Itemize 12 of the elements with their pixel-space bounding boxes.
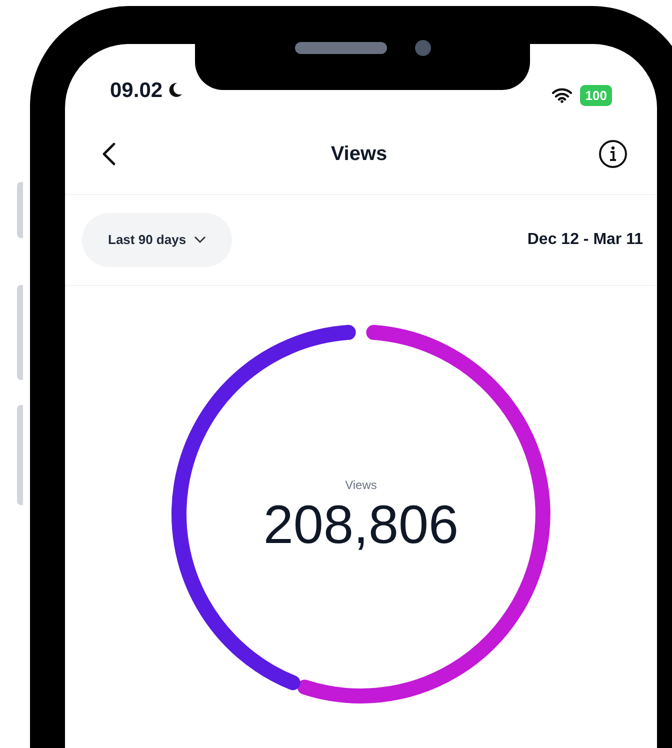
wifi-icon	[552, 88, 572, 103]
status-time: 09.02	[110, 78, 163, 104]
camera-lens	[414, 40, 430, 56]
screen-title: Views	[330, 142, 388, 167]
info-button[interactable]	[597, 138, 629, 170]
battery-level: 100	[580, 84, 612, 106]
metric-label: Views	[345, 477, 377, 494]
metric-value: 208,806	[263, 498, 459, 552]
chevron-down-icon	[194, 236, 206, 244]
date-filter-dropdown[interactable]: Last 90 days	[82, 213, 232, 267]
date-range: Dec 12 - Mar 11	[527, 230, 643, 250]
moon-icon	[166, 82, 183, 98]
